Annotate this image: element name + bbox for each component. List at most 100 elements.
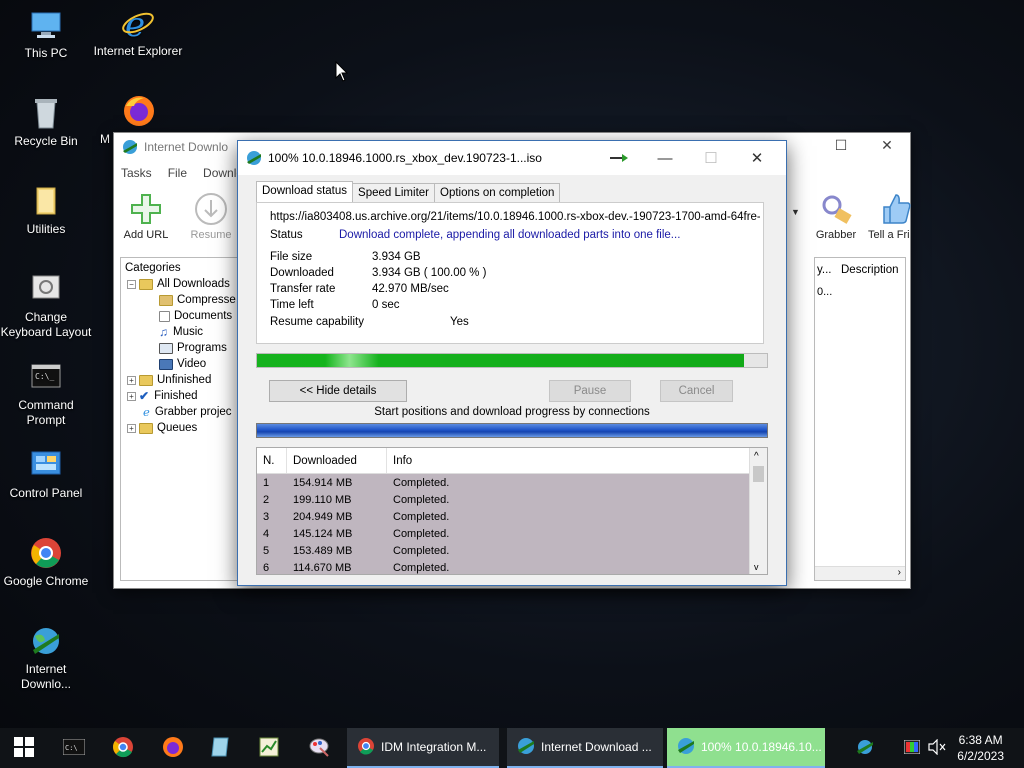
table-row[interactable]: 2 199.110 MB Completed.: [257, 491, 749, 508]
taskbar-task-internet-download-manager[interactable]: Internet Download ...: [507, 728, 663, 768]
cell-n: 3: [263, 510, 270, 523]
taskbar-paint[interactable]: [296, 728, 342, 768]
tree-item-grabber-projects[interactable]: e Grabber projec: [143, 404, 232, 420]
taskbar-task-download-progress[interactable]: 100% 10.0.18946.10...: [667, 728, 825, 768]
tree-item-queues[interactable]: + Queues: [127, 420, 197, 436]
tree-item-documents[interactable]: Documents: [159, 308, 232, 324]
expand-icon[interactable]: +: [127, 423, 136, 433]
table-row[interactable]: 3 204.949 MB Completed.: [257, 508, 749, 525]
desktop-icon-label: Google Chrome: [3, 574, 89, 588]
idm-globe-icon: [856, 738, 874, 759]
tray-arrow-icon[interactable]: [610, 152, 628, 162]
cancel-button[interactable]: Cancel: [660, 380, 733, 402]
music-note-icon: ♫: [159, 325, 168, 339]
column-header-n[interactable]: N.: [257, 448, 287, 473]
thumbs-up-icon: [878, 191, 914, 227]
grabber-button[interactable]: Grabber: [808, 191, 864, 241]
column-header-info[interactable]: Info: [387, 448, 749, 473]
cell-info: Completed.: [393, 527, 450, 540]
start-button[interactable]: [0, 728, 48, 768]
download-progress-dialog[interactable]: 100% 10.0.18946.1000.rs_xbox_dev.190723-…: [237, 140, 787, 586]
table-row[interactable]: 1 154.914 MB Completed.: [257, 474, 749, 491]
taskbar-notepad[interactable]: [198, 728, 244, 768]
connections-table[interactable]: N. Downloaded Info 1 154.914 MB Completed.…: [256, 447, 768, 575]
column-header-description[interactable]: Description: [831, 264, 899, 276]
firefox-icon: [162, 736, 184, 761]
system-clock[interactable]: 6:38 AM 6/2/2023: [957, 732, 1004, 764]
desktop-icon-idm[interactable]: Internet Downlo...: [0, 624, 92, 692]
pause-button[interactable]: Pause: [549, 380, 631, 402]
tray-display-icon[interactable]: [900, 728, 924, 768]
add-url-button[interactable]: Add URL: [122, 191, 170, 241]
taskbar-chrome[interactable]: [100, 728, 146, 768]
expand-icon[interactable]: +: [127, 391, 136, 401]
taskbar-command-prompt[interactable]: C:\: [52, 728, 96, 768]
desktop-icon-internet-explorer[interactable]: e Internet Explorer: [92, 5, 184, 59]
menu-file[interactable]: File: [168, 166, 187, 180]
desktop-icon-change-keyboard-layout[interactable]: Change Keyboard Layout: [0, 272, 92, 340]
table-row[interactable]: 4 145.124 MB Completed.: [257, 525, 749, 542]
resume-button[interactable]: Resume: [188, 191, 234, 241]
svg-text:C:\_: C:\_: [35, 372, 54, 381]
column-header-downloaded[interactable]: Downloaded: [287, 448, 387, 473]
hide-details-button[interactable]: << Hide details: [269, 380, 407, 402]
collapse-icon[interactable]: −: [127, 279, 136, 289]
idm-globe-icon: [517, 737, 535, 758]
tab-options-on-completion[interactable]: Options on completion: [434, 183, 561, 204]
taskbar-firefox[interactable]: [150, 728, 196, 768]
idm-globe-icon: [29, 624, 63, 658]
idm-main-title: Internet Downlo: [144, 140, 229, 154]
tree-item-programs[interactable]: Programs: [159, 340, 227, 356]
table-row[interactable]: 6 114.670 MB Completed.: [257, 559, 749, 574]
cell-info: Completed.: [393, 510, 450, 523]
close-button[interactable]: ✕: [864, 137, 910, 154]
cell-downloaded: 199.110 MB: [293, 493, 352, 506]
transfer-rate-label: Transfer rate: [270, 283, 336, 295]
table-row[interactable]: 5 153.489 MB Completed.: [257, 542, 749, 559]
desktop-icon-recycle-bin[interactable]: Recycle Bin: [0, 96, 92, 149]
tell-a-friend-button[interactable]: Tell a Fri: [868, 191, 912, 241]
scroll-up-icon[interactable]: ^: [754, 451, 759, 462]
scroll-right-icon[interactable]: ›: [898, 567, 901, 578]
maximize-button[interactable]: ☐: [688, 141, 734, 175]
tree-item-music[interactable]: ♫ Music: [159, 324, 203, 340]
keyboard-settings-icon: [29, 272, 63, 306]
progress-fill: [257, 354, 745, 367]
list-item-partial[interactable]: 0...: [817, 286, 832, 298]
tray-volume-muted[interactable]: [924, 728, 950, 768]
desktop-icon-command-prompt[interactable]: C:\_ Command Prompt: [0, 360, 92, 428]
tree-item-finished[interactable]: + ✔ Finished: [127, 388, 198, 404]
taskbar-task-idm-integration[interactable]: IDM Integration M...: [347, 728, 499, 768]
tree-item-all-downloads[interactable]: − All Downloads: [127, 276, 230, 292]
tab-speed-limiter[interactable]: Speed Limiter: [352, 183, 435, 204]
desktop-icon-control-panel[interactable]: Control Panel: [0, 448, 92, 501]
column-header-partial[interactable]: y...: [815, 264, 831, 276]
plus-icon: [128, 191, 164, 227]
menu-tasks[interactable]: Tasks: [121, 166, 152, 180]
taskbar-task-manager[interactable]: [246, 728, 292, 768]
scrollbar-thumb[interactable]: [753, 466, 764, 482]
toolbar-dropdown-icon[interactable]: ▼: [791, 207, 800, 217]
horizontal-scrollbar[interactable]: ›: [815, 566, 905, 580]
maximize-button[interactable]: ☐: [818, 137, 864, 154]
tree-item-compressed[interactable]: Compresse: [159, 292, 236, 308]
tree-item-video[interactable]: Video: [159, 356, 206, 372]
expand-icon[interactable]: +: [127, 375, 136, 385]
close-button[interactable]: ✕: [734, 141, 780, 175]
desktop-icon-this-pc[interactable]: This PC: [0, 8, 92, 61]
downloads-list[interactable]: y... Description 0... ›: [814, 257, 906, 581]
categories-tree[interactable]: Categories − All Downloads Compresse Docu…: [120, 257, 242, 581]
tab-download-status[interactable]: Download status: [256, 181, 354, 202]
dialog-titlebar[interactable]: 100% 10.0.18946.1000.rs_xbox_dev.190723-…: [238, 141, 786, 175]
grabber-icon: [818, 191, 854, 227]
tree-item-unfinished[interactable]: + Unfinished: [127, 372, 211, 388]
desktop-icon-google-chrome[interactable]: Google Chrome: [0, 536, 92, 589]
desktop-icon-utilities[interactable]: Utilities: [0, 184, 92, 237]
desktop-icon-label: Command Prompt: [18, 398, 74, 427]
folder-icon: [139, 374, 153, 386]
tree-item-label: Programs: [177, 342, 227, 354]
tray-idm-icon[interactable]: [852, 728, 878, 768]
vertical-scrollbar[interactable]: ^ v: [749, 448, 767, 574]
scroll-down-icon[interactable]: v: [754, 562, 759, 572]
minimize-button[interactable]: —: [642, 141, 688, 175]
